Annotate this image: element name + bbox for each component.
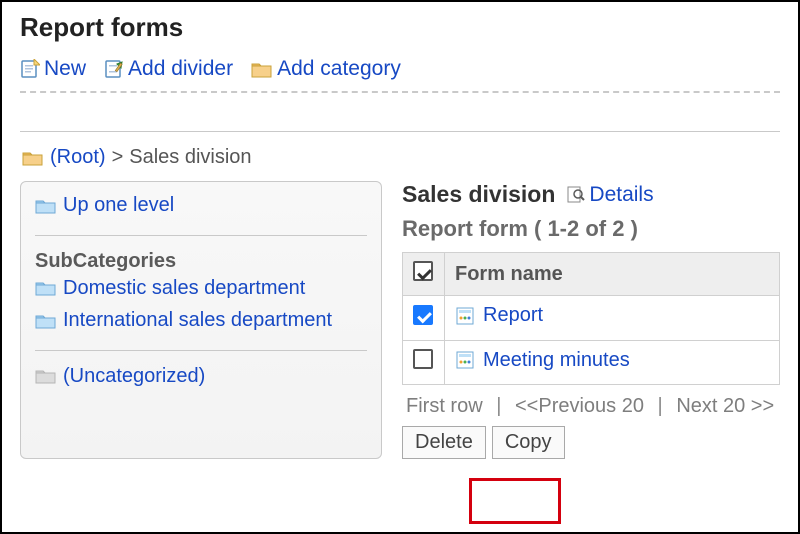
up-one-level-label: Up one level [63, 194, 174, 217]
add-divider-label: Add divider [128, 57, 233, 81]
breadcrumb-separator: > [112, 146, 124, 169]
toolbar: New Add divider Add category [20, 57, 780, 93]
add-divider-button[interactable]: Add divider [104, 57, 233, 81]
form-name: Meeting minutes [483, 349, 630, 372]
breadcrumb-root[interactable]: (Root) [50, 146, 106, 169]
col-form-name: Form name [445, 253, 780, 296]
pager: First row | <<Previous 20 | Next 20 >> [402, 395, 780, 418]
form-link[interactable]: Meeting minutes [455, 349, 630, 372]
form-name: Report [483, 304, 543, 327]
subcategory-link[interactable]: International sales department [35, 309, 332, 332]
pager-sep: | [658, 395, 663, 417]
sidebar: Up one level SubCategories Domestic sale… [20, 181, 382, 459]
annotation-highlight [469, 478, 561, 524]
up-one-level-link[interactable]: Up one level [35, 194, 174, 217]
new-button[interactable]: New [20, 57, 86, 81]
select-all-checkbox[interactable] [413, 261, 433, 281]
add-category-button[interactable]: Add category [251, 57, 401, 81]
uncategorized-link[interactable]: (Uncategorized) [35, 365, 205, 388]
uncategorized-label: (Uncategorized) [63, 365, 205, 388]
details-link[interactable]: Details [565, 183, 653, 207]
form-link[interactable]: Report [455, 304, 543, 327]
forms-table: Form name [402, 252, 780, 385]
details-label: Details [589, 183, 653, 207]
pager-prev[interactable]: <<Previous 20 [515, 395, 644, 417]
new-file-icon [20, 59, 40, 79]
pager-first[interactable]: First row [406, 395, 483, 417]
folder-icon [35, 312, 57, 330]
add-divider-icon [104, 59, 124, 79]
row-checkbox[interactable] [413, 349, 433, 369]
subcategory-link[interactable]: Domestic sales department [35, 277, 305, 300]
pager-sep: | [496, 395, 501, 417]
breadcrumb-current: Sales division [129, 146, 251, 169]
folder-add-icon [251, 59, 273, 79]
row-checkbox[interactable] [413, 305, 433, 325]
section-divider [20, 131, 780, 132]
magnifier-doc-icon [565, 185, 585, 205]
delete-button[interactable]: Delete [402, 426, 486, 459]
folder-open-icon [35, 197, 57, 215]
subcategories-heading: SubCategories [35, 250, 367, 273]
copy-button[interactable]: Copy [492, 426, 565, 459]
category-name: Sales division [402, 181, 555, 208]
report-form-icon [455, 350, 475, 370]
folder-icon [35, 279, 57, 297]
page-title: Report forms [20, 12, 780, 43]
table-row: Report [403, 296, 780, 341]
new-label: New [44, 57, 86, 81]
folder-grey-icon [35, 367, 57, 385]
report-form-icon [455, 306, 475, 326]
main-panel: Sales division Details Report form ( 1-2… [402, 181, 780, 459]
breadcrumb: (Root) > Sales division [22, 146, 780, 169]
list-header: Report form ( 1-2 of 2 ) [402, 216, 780, 242]
table-row: Meeting minutes [403, 340, 780, 385]
subcategory-label: Domestic sales department [63, 277, 305, 300]
pager-next[interactable]: Next 20 >> [676, 395, 774, 417]
add-category-label: Add category [277, 57, 401, 81]
subcategory-label: International sales department [63, 309, 332, 332]
folder-icon [22, 149, 44, 167]
